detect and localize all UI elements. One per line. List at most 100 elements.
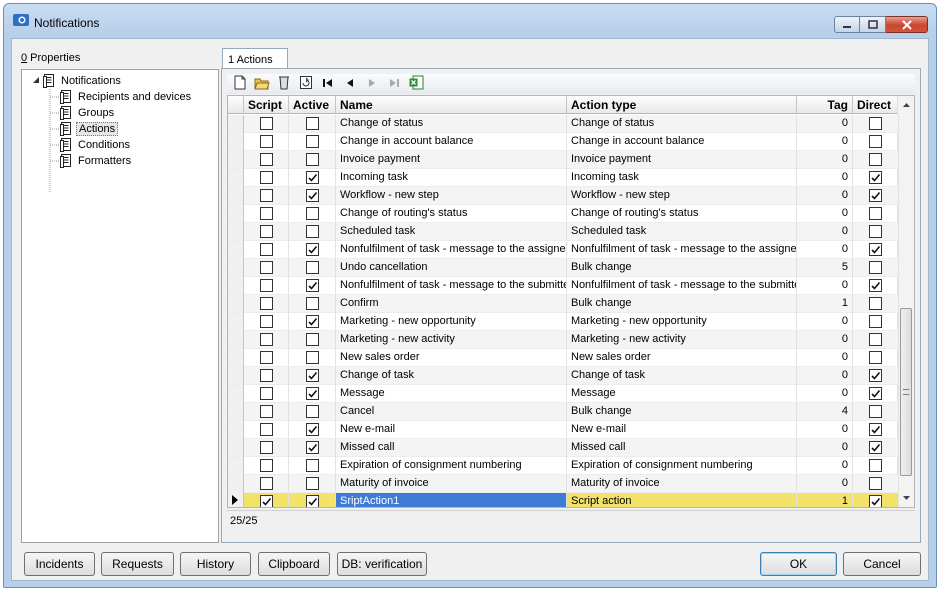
table-row[interactable]: Message Message 0 — [228, 385, 899, 403]
name-cell[interactable]: Nonfulfilment of task - message to the a… — [336, 241, 567, 259]
row-indicator[interactable] — [228, 187, 244, 205]
column-header-action-type[interactable]: Action type — [567, 96, 797, 114]
action-type-cell[interactable]: Change in account balance — [567, 133, 797, 151]
table-row[interactable]: Marketing - new activity Marketing - new … — [228, 331, 899, 349]
action-type-cell[interactable]: Bulk change — [567, 295, 797, 313]
direct-checkbox[interactable] — [869, 117, 882, 130]
table-row[interactable]: Undo cancellation Bulk change 5 — [228, 259, 899, 277]
table-row[interactable]: Workflow - new step Workflow - new step 0 — [228, 187, 899, 205]
direct-checkbox[interactable] — [869, 405, 882, 418]
action-type-cell[interactable]: New e-mail — [567, 421, 797, 439]
tag-cell[interactable]: 0 — [797, 313, 853, 331]
column-header-script[interactable]: Script — [244, 96, 289, 114]
action-type-cell[interactable]: Nonfulfilment of task - message to the s… — [567, 277, 797, 295]
active-checkbox[interactable] — [305, 189, 319, 202]
tag-cell[interactable]: 5 — [797, 259, 853, 277]
active-checkbox[interactable] — [305, 459, 319, 472]
tag-cell[interactable]: 0 — [797, 439, 853, 457]
row-indicator[interactable] — [228, 151, 244, 169]
column-header-name[interactable]: Name — [336, 96, 567, 114]
db-verification-button[interactable]: DB: verification — [337, 552, 427, 576]
tree-item-formatters[interactable]: Formatters — [60, 153, 133, 169]
tag-cell[interactable]: 0 — [797, 457, 853, 475]
row-indicator[interactable] — [228, 349, 244, 367]
script-checkbox[interactable] — [259, 459, 273, 472]
action-type-cell[interactable]: Script action — [567, 493, 797, 507]
script-checkbox[interactable] — [259, 243, 273, 256]
tag-cell[interactable]: 0 — [797, 385, 853, 403]
active-checkbox[interactable] — [305, 225, 319, 238]
open-folder-button[interactable] — [253, 75, 271, 93]
table-row[interactable]: Change in account balance Change in accou… — [228, 133, 899, 151]
row-indicator[interactable] — [228, 403, 244, 421]
title-bar[interactable]: Notifications — [4, 4, 936, 34]
scroll-down-arrow[interactable] — [898, 490, 914, 507]
direct-checkbox[interactable] — [869, 315, 882, 328]
name-cell[interactable]: Expiration of consignment numbering — [336, 457, 567, 475]
tree-item-groups[interactable]: Groups — [60, 105, 116, 121]
tag-cell[interactable]: 0 — [797, 349, 853, 367]
action-type-cell[interactable]: Bulk change — [567, 259, 797, 277]
active-checkbox[interactable] — [305, 351, 319, 364]
table-row[interactable]: Invoice payment Invoice payment 0 — [228, 151, 899, 169]
table-row[interactable]: Missed call Missed call 0 — [228, 439, 899, 457]
tag-cell[interactable]: 0 — [797, 223, 853, 241]
name-cell[interactable]: Change of routing's status — [336, 205, 567, 223]
table-row[interactable]: SriptAction1 Script action 1 — [228, 493, 899, 507]
row-indicator[interactable] — [228, 115, 244, 133]
action-type-cell[interactable]: Bulk change — [567, 403, 797, 421]
direct-checkbox[interactable] — [869, 243, 882, 256]
name-cell[interactable]: Incoming task — [336, 169, 567, 187]
incidents-button[interactable]: Incidents — [24, 552, 95, 576]
script-checkbox[interactable] — [259, 225, 273, 238]
table-row[interactable]: Expiration of consignment numbering Expir… — [228, 457, 899, 475]
action-type-cell[interactable]: Expiration of consignment numbering — [567, 457, 797, 475]
script-checkbox[interactable] — [259, 351, 273, 364]
table-row[interactable]: Change of task Change of task 0 — [228, 367, 899, 385]
row-indicator[interactable] — [228, 367, 244, 385]
name-cell[interactable]: New sales order — [336, 349, 567, 367]
actions-grid[interactable]: Script Active Name Action type Tag Direct Cha… — [227, 95, 915, 508]
name-cell[interactable]: Nonfulfilment of task - message to the s… — [336, 277, 567, 295]
direct-checkbox[interactable] — [869, 171, 882, 184]
previous-record-button[interactable] — [341, 75, 359, 93]
row-indicator[interactable] — [228, 439, 244, 457]
script-checkbox[interactable] — [259, 135, 273, 148]
direct-checkbox[interactable] — [869, 333, 882, 346]
active-checkbox[interactable] — [305, 153, 319, 166]
table-row[interactable]: Scheduled task Scheduled task 0 — [228, 223, 899, 241]
minimize-button[interactable] — [834, 16, 860, 33]
action-type-cell[interactable]: Incoming task — [567, 169, 797, 187]
close-button[interactable] — [886, 16, 928, 33]
script-checkbox[interactable] — [259, 279, 273, 292]
direct-checkbox[interactable] — [869, 495, 882, 507]
table-row[interactable]: Nonfulfilment of task - message to the a… — [228, 241, 899, 259]
active-checkbox[interactable] — [305, 315, 319, 328]
tree-item-conditions[interactable]: Conditions — [60, 137, 132, 153]
table-row[interactable]: Change of status Change of status 0 — [228, 115, 899, 133]
direct-checkbox[interactable] — [869, 351, 882, 364]
row-indicator[interactable] — [228, 331, 244, 349]
first-record-button[interactable] — [319, 75, 337, 93]
row-indicator[interactable] — [228, 205, 244, 223]
tag-cell[interactable]: 0 — [797, 151, 853, 169]
cancel-button[interactable]: Cancel — [843, 552, 921, 576]
row-indicator[interactable] — [228, 223, 244, 241]
tag-cell[interactable]: 0 — [797, 115, 853, 133]
name-cell[interactable]: Scheduled task — [336, 223, 567, 241]
name-cell[interactable]: Confirm — [336, 295, 567, 313]
row-indicator[interactable] — [228, 493, 244, 507]
column-header-active[interactable]: Active — [289, 96, 336, 114]
row-indicator[interactable] — [228, 457, 244, 475]
name-cell[interactable]: Cancel — [336, 403, 567, 421]
properties-tree[interactable]: Notifications Recipients and devices Group… — [21, 69, 219, 543]
table-row[interactable]: Maturity of invoice Maturity of invoice 0 — [228, 475, 899, 493]
script-checkbox[interactable] — [259, 405, 273, 418]
row-indicator[interactable] — [228, 295, 244, 313]
active-checkbox[interactable] — [305, 423, 319, 436]
action-type-cell[interactable]: New sales order — [567, 349, 797, 367]
row-indicator[interactable] — [228, 313, 244, 331]
table-row[interactable]: Cancel Bulk change 4 — [228, 403, 899, 421]
name-cell[interactable]: New e-mail — [336, 421, 567, 439]
tag-cell[interactable]: 0 — [797, 277, 853, 295]
